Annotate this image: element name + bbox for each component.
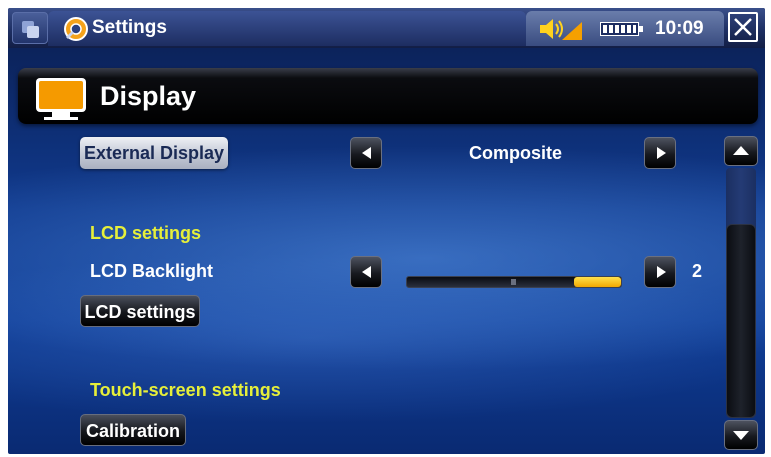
external-display-button[interactable]: External Display (80, 137, 228, 169)
arrow-up-icon (733, 146, 749, 155)
scroll-down-button[interactable] (724, 420, 758, 450)
page-header: Display (18, 68, 758, 124)
lcd-backlight-label: LCD Backlight (90, 261, 214, 281)
arrow-left-icon (362, 266, 371, 278)
lcd-settings-section-label: LCD settings (90, 223, 202, 243)
display-icon (36, 78, 86, 120)
arrow-right-icon (657, 147, 666, 159)
arrow-right-icon (657, 266, 666, 278)
status-bar: Settings 10:09 (8, 8, 765, 48)
clock: 10:09 (655, 18, 704, 39)
touch-screen-section-label: Touch-screen settings (90, 380, 281, 400)
gear-icon (64, 17, 88, 41)
app-title-tab: Settings (48, 11, 526, 46)
status-indicators: 10:09 (526, 11, 724, 46)
calibration-button[interactable]: Calibration (80, 414, 186, 446)
home-icon-front (27, 26, 39, 38)
backlight-value: 2 (692, 261, 703, 281)
backlight-slider-fill (573, 277, 621, 287)
close-icon (734, 18, 752, 36)
backlight-slider[interactable] (406, 276, 622, 288)
scroll-up-button[interactable] (724, 136, 758, 166)
device-screen: Settings 10:09 Display External Display … (8, 8, 765, 454)
external-display-value: Composite (468, 143, 562, 163)
page-title: Display (100, 81, 197, 111)
backlight-increase-button[interactable] (644, 256, 676, 288)
arrow-down-icon (733, 431, 749, 440)
slider-tick (511, 279, 516, 285)
app-title: Settings (92, 17, 167, 38)
arrow-left-icon (362, 147, 371, 159)
backlight-decrease-button[interactable] (350, 256, 382, 288)
close-button[interactable] (728, 12, 758, 42)
external-display-prev-button[interactable] (350, 137, 382, 169)
battery-icon (600, 22, 643, 36)
lcd-settings-button[interactable]: LCD settings (80, 295, 200, 327)
external-display-next-button[interactable] (644, 137, 676, 169)
scrollbar-track[interactable] (726, 168, 756, 418)
scrollbar-thumb[interactable] (726, 224, 756, 418)
speaker-icon[interactable] (540, 16, 584, 42)
home-button[interactable] (12, 12, 48, 44)
